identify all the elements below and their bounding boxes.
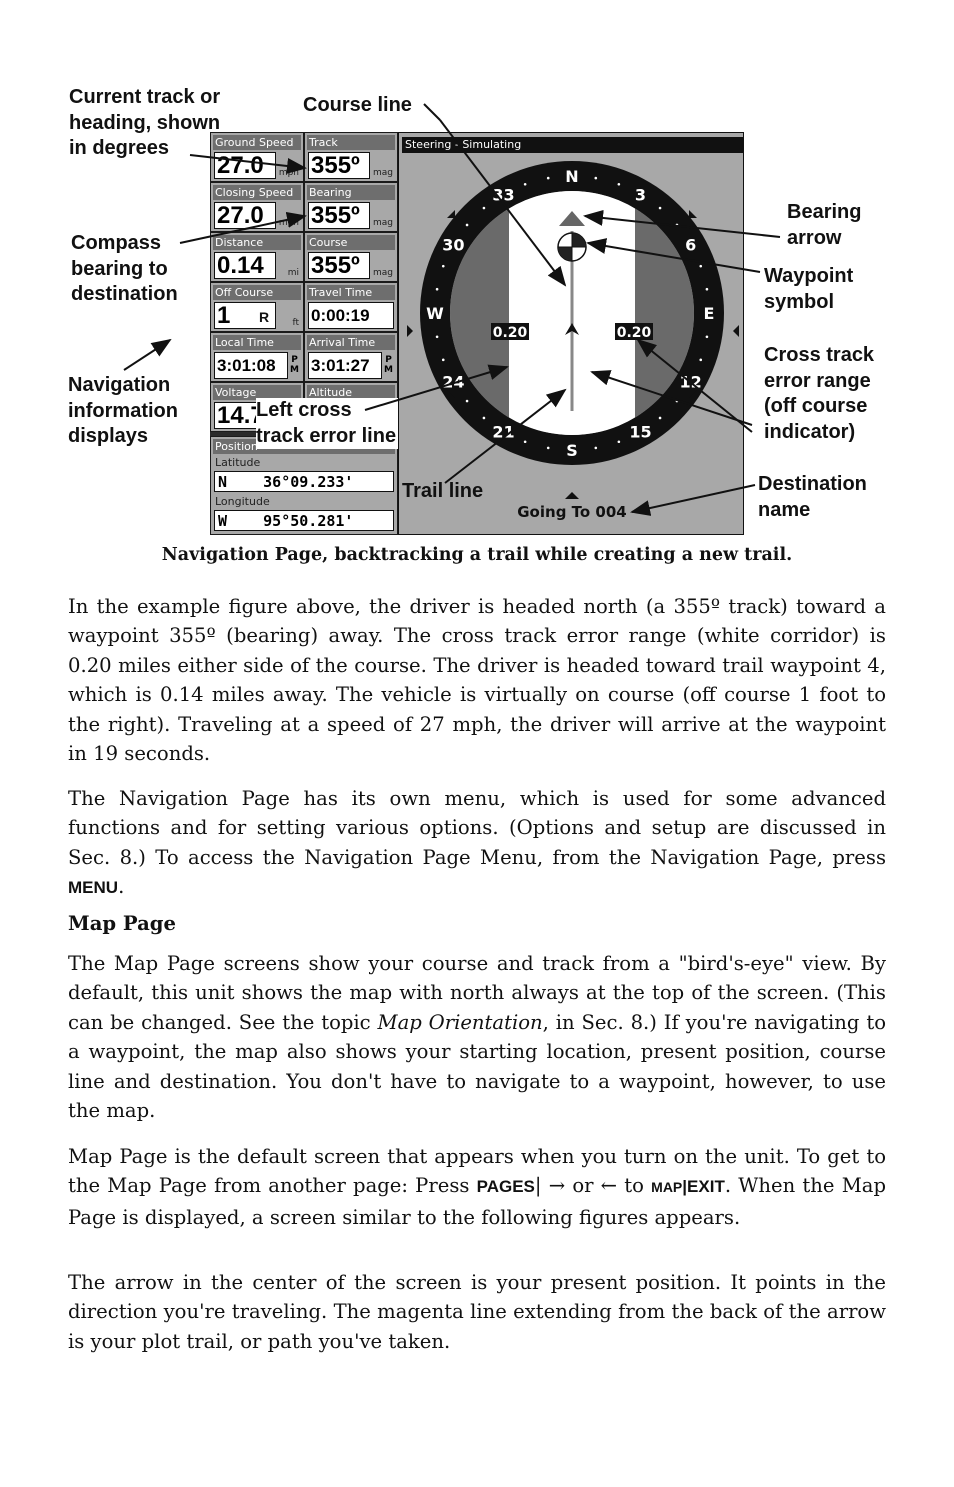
paragraph-example: In the example figure above, the driver … xyxy=(68,594,886,766)
callout-leader-lines xyxy=(123,103,781,516)
section-heading-map-page: Map Page xyxy=(68,912,176,935)
figure-caption: Navigation Page, backtracking a trail wh… xyxy=(161,545,793,565)
map-key-label: MAP xyxy=(651,1179,683,1196)
pages-key-label: PAGES xyxy=(476,1177,535,1197)
paragraph-nav-menu: The Navigation Page has its own menu, wh… xyxy=(68,786,886,899)
paragraph-arrow: The arrow in the center of the screen is… xyxy=(68,1270,886,1353)
paragraph-map-access: Map Page is the default screen that appe… xyxy=(68,1144,886,1229)
menu-key-label: MENU xyxy=(68,878,119,898)
paragraph-map-page: The Map Page screens show your course an… xyxy=(68,951,886,1123)
exit-key-label: |EXIT xyxy=(682,1177,725,1197)
